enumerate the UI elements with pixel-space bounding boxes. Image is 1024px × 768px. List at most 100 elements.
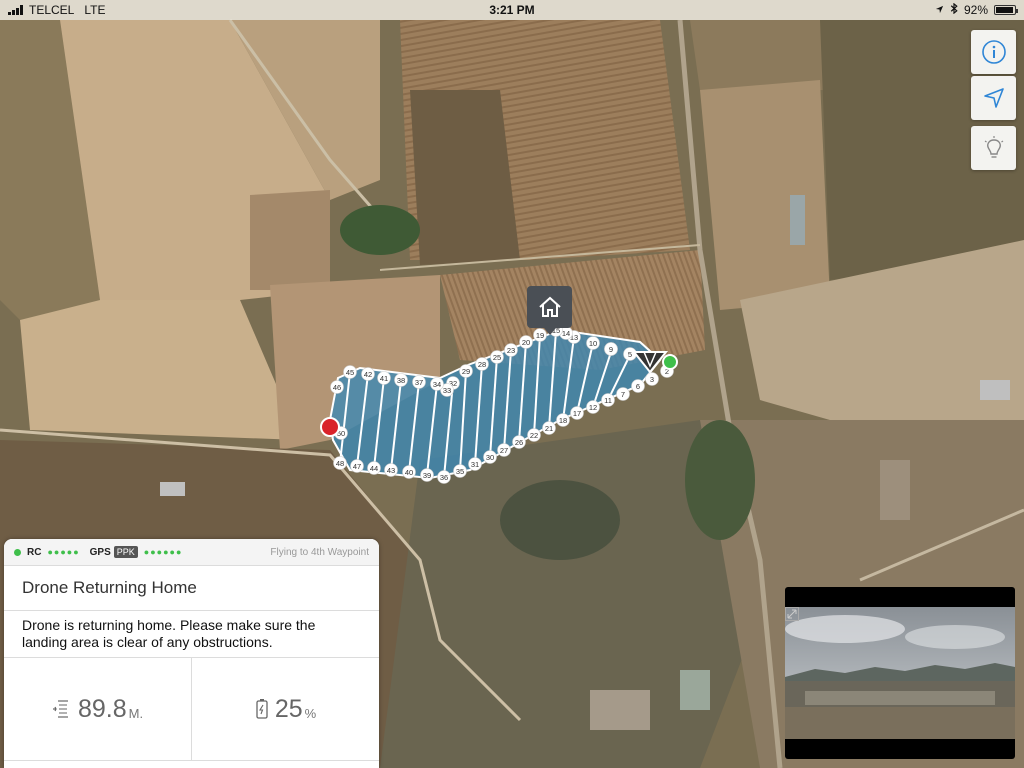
waypoint-47[interactable]: 47 bbox=[350, 459, 364, 473]
waypoint-37[interactable]: 37 bbox=[412, 375, 426, 389]
location-services-icon bbox=[935, 3, 944, 17]
waypoint-45[interactable]: 45 bbox=[343, 365, 357, 379]
waypoint-48[interactable]: 48 bbox=[333, 456, 347, 470]
waypoint-46[interactable]: 46 bbox=[330, 380, 344, 394]
waypoint-label: 48 bbox=[336, 459, 344, 468]
drone-battery-icon bbox=[256, 699, 268, 719]
waypoint-25[interactable]: 25 bbox=[490, 350, 504, 364]
waypoint-9[interactable]: 9 bbox=[604, 342, 618, 356]
waypoint-label: 29 bbox=[462, 367, 470, 376]
waypoint-29[interactable]: 29 bbox=[459, 364, 473, 378]
waypoint-26[interactable]: 26 bbox=[512, 435, 526, 449]
waypoint-label: 28 bbox=[478, 360, 486, 369]
waypoint-43[interactable]: 43 bbox=[384, 463, 398, 477]
end-waypoint-marker[interactable] bbox=[320, 417, 340, 437]
waypoint-42[interactable]: 42 bbox=[361, 367, 375, 381]
gps-label: GPS bbox=[89, 546, 111, 558]
waypoint-label: 9 bbox=[609, 345, 613, 354]
waypoint-label: 45 bbox=[346, 368, 354, 377]
gps-mode-badge: PPK bbox=[113, 546, 138, 558]
status-bar: TELCEL LTE 3:21 PM 92% bbox=[0, 0, 1024, 20]
waypoint-44[interactable]: 44 bbox=[367, 461, 381, 475]
home-marker-pointer bbox=[544, 328, 556, 335]
start-waypoint-marker[interactable] bbox=[662, 354, 678, 370]
waypoint-label: 3 bbox=[650, 375, 654, 384]
locate-button[interactable] bbox=[971, 76, 1016, 120]
bluetooth-icon bbox=[950, 2, 958, 17]
waypoint-label: 42 bbox=[364, 370, 372, 379]
panel-message: Drone is returning home. Please make sur… bbox=[4, 611, 379, 658]
altitude-unit: M. bbox=[128, 705, 144, 721]
waypoint-21[interactable]: 21 bbox=[542, 421, 556, 435]
waypoint-label: 6 bbox=[636, 382, 640, 391]
waypoint-31[interactable]: 31 bbox=[468, 457, 482, 471]
waypoint-label: 36 bbox=[440, 473, 448, 482]
waypoint-label: 26 bbox=[515, 438, 523, 447]
location-arrow-icon bbox=[983, 88, 1004, 108]
waypoint-35[interactable]: 35 bbox=[453, 464, 467, 478]
status-time: 3:21 PM bbox=[489, 3, 535, 17]
waypoint-label: 33 bbox=[443, 386, 451, 395]
waypoint-label: 47 bbox=[353, 462, 361, 471]
waypoint-label: 11 bbox=[604, 396, 612, 405]
rc-label: RC bbox=[27, 546, 42, 558]
waypoint-38[interactable]: 38 bbox=[394, 373, 408, 387]
waypoint-22[interactable]: 22 bbox=[527, 428, 541, 442]
waypoint-41[interactable]: 41 bbox=[377, 371, 391, 385]
waypoint-label: 27 bbox=[500, 446, 508, 455]
telemetry-status-row: RC ●●●●● GPS PPK ●●●●●● Flying to 4th Wa… bbox=[4, 539, 379, 566]
waypoint-23[interactable]: 23 bbox=[504, 343, 518, 357]
altitude-stat: 89.8 M. bbox=[4, 658, 191, 760]
waypoint-39[interactable]: 39 bbox=[420, 468, 434, 482]
hint-button[interactable] bbox=[971, 126, 1016, 170]
waypoint-label: 31 bbox=[471, 460, 479, 469]
waypoint-label: 44 bbox=[370, 464, 378, 473]
waypoint-label: 40 bbox=[405, 468, 413, 477]
waypoint-label: 14 bbox=[562, 329, 570, 338]
altitude-value: 89.8 bbox=[77, 694, 127, 723]
waypoint-40[interactable]: 40 bbox=[402, 465, 416, 479]
battery-unit: % bbox=[304, 705, 317, 721]
battery-percent: 92% bbox=[963, 3, 988, 17]
waypoint-3[interactable]: 3 bbox=[645, 372, 659, 386]
waypoint-20[interactable]: 20 bbox=[519, 335, 533, 349]
waypoint-label: 41 bbox=[380, 374, 388, 383]
camera-preview[interactable] bbox=[785, 587, 1015, 759]
waypoint-label: 35 bbox=[456, 467, 464, 476]
panel-title: Drone Returning Home bbox=[4, 566, 379, 611]
waypoint-17[interactable]: 17 bbox=[570, 406, 584, 420]
waypoint-12[interactable]: 12 bbox=[586, 400, 600, 414]
waypoint-label: 7 bbox=[621, 390, 625, 399]
rc-status-dot bbox=[14, 548, 21, 556]
waypoint-label: 43 bbox=[387, 466, 395, 475]
info-icon bbox=[981, 40, 1006, 64]
waypoint-label: 34 bbox=[433, 380, 441, 389]
cellular-signal-icon bbox=[8, 5, 23, 15]
waypoint-34[interactable]: 34 bbox=[430, 377, 444, 391]
home-marker[interactable] bbox=[527, 286, 572, 328]
waypoint-30[interactable]: 30 bbox=[483, 450, 497, 464]
waypoint-10[interactable]: 10 bbox=[586, 336, 600, 350]
home-icon bbox=[538, 296, 561, 317]
expand-icon[interactable] bbox=[785, 607, 799, 621]
waypoint-label: 17 bbox=[573, 409, 581, 418]
waypoint-18[interactable]: 18 bbox=[556, 413, 570, 427]
battery-icon bbox=[994, 5, 1018, 15]
waypoint-7[interactable]: 7 bbox=[616, 387, 630, 401]
waypoint-6[interactable]: 6 bbox=[631, 379, 645, 393]
waypoint-label: 18 bbox=[559, 416, 567, 425]
info-button[interactable] bbox=[971, 30, 1016, 74]
waypoint-11[interactable]: 11 bbox=[601, 393, 615, 407]
lightbulb-icon bbox=[984, 136, 1003, 158]
waypoint-label: 38 bbox=[397, 376, 405, 385]
waypoint-label: 19 bbox=[536, 331, 544, 340]
battery-stat: 25 % bbox=[191, 658, 379, 760]
waypoint-27[interactable]: 27 bbox=[497, 443, 511, 457]
waypoint-label: 21 bbox=[545, 424, 553, 433]
waypoint-label: 20 bbox=[522, 338, 530, 347]
waypoint-36[interactable]: 36 bbox=[437, 470, 451, 484]
network-type: LTE bbox=[84, 3, 106, 17]
carrier-name: TELCEL bbox=[29, 3, 75, 17]
waypoint-28[interactable]: 28 bbox=[475, 357, 489, 371]
waypoint-label: 25 bbox=[493, 353, 501, 362]
